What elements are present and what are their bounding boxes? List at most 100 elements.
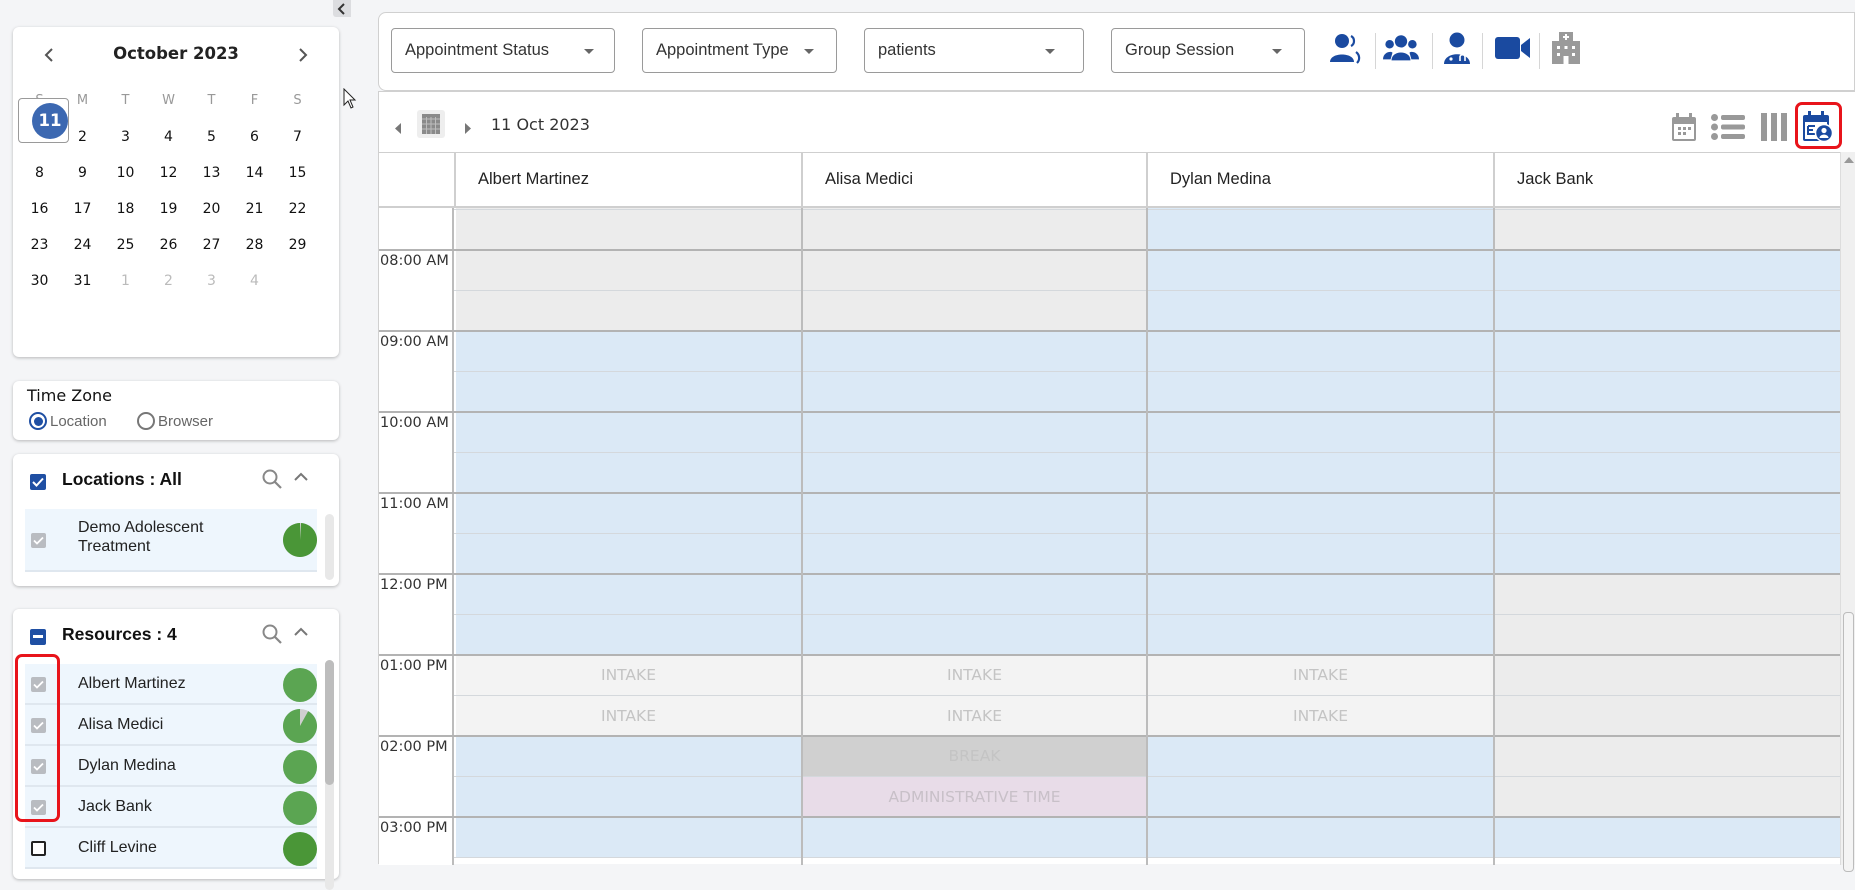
intake-appointment[interactable]: INTAKE (803, 695, 1146, 736)
resources-scrollbar-thumb[interactable] (325, 660, 334, 785)
calendar-day[interactable]: 7 (276, 119, 319, 155)
available-slot[interactable] (456, 776, 801, 817)
available-slot[interactable] (803, 452, 1146, 493)
checkbox-checked[interactable] (31, 800, 46, 815)
available-slot[interactable] (1148, 371, 1493, 412)
available-slot[interactable] (1148, 776, 1493, 817)
time-zone-browser-radio[interactable]: Browser (137, 412, 213, 430)
unavailable-slot[interactable] (803, 250, 1146, 291)
available-slot[interactable] (1148, 574, 1493, 615)
month-view-button[interactable] (1666, 109, 1702, 145)
unavailable-slot[interactable] (1495, 736, 1840, 777)
patients-select[interactable]: patients (864, 28, 1084, 73)
available-slot[interactable] (1495, 817, 1840, 858)
available-slot[interactable] (1148, 209, 1493, 250)
available-slot[interactable] (1148, 736, 1493, 777)
date-picker-button[interactable] (417, 110, 445, 138)
available-slot[interactable] (456, 371, 801, 412)
intake-appointment[interactable]: INTAKE (456, 655, 801, 696)
checkbox-checked[interactable] (31, 718, 46, 733)
intake-appointment[interactable]: INTAKE (803, 655, 1146, 696)
calendar-day[interactable]: 26 (147, 227, 190, 263)
schedule-scrollbar[interactable] (1840, 152, 1855, 872)
unavailable-slot[interactable] (1495, 574, 1840, 615)
available-slot[interactable] (1148, 250, 1493, 291)
available-slot[interactable] (456, 412, 801, 453)
calendar-day[interactable]: 25 (104, 227, 147, 263)
columns-view-button[interactable] (1756, 109, 1792, 145)
available-slot[interactable] (1148, 331, 1493, 372)
calendar-day[interactable]: 20 (190, 191, 233, 227)
unavailable-slot[interactable] (1495, 776, 1840, 817)
unavailable-slot[interactable] (803, 209, 1146, 250)
available-slot[interactable] (1495, 290, 1840, 331)
calendar-day[interactable]: 9 (61, 155, 104, 191)
video-button[interactable] (1491, 30, 1535, 66)
available-slot[interactable] (1148, 452, 1493, 493)
available-slot[interactable] (456, 452, 801, 493)
calendar-day[interactable]: 12 (147, 155, 190, 191)
time-zone-location-radio[interactable]: Location (29, 412, 107, 430)
appointment-status-select[interactable]: Appointment Status (391, 28, 615, 73)
available-slot[interactable] (1495, 452, 1840, 493)
provider-button[interactable] (1439, 30, 1475, 66)
unavailable-slot[interactable] (803, 290, 1146, 331)
checkbox-unchecked[interactable] (31, 841, 46, 856)
intake-appointment[interactable]: INTAKE (1148, 695, 1493, 736)
available-slot[interactable] (803, 331, 1146, 372)
calendar-day[interactable]: 31 (61, 263, 104, 299)
group-session-select[interactable]: Group Session (1111, 28, 1305, 73)
resource-item[interactable]: Jack Bank (25, 787, 317, 828)
calendar-day[interactable]: 30 (18, 263, 61, 299)
calendar-day[interactable]: 1 (104, 263, 147, 299)
checkbox-checked[interactable] (31, 533, 46, 548)
resources-search-button[interactable] (261, 623, 283, 650)
calendar-day[interactable]: 23 (18, 227, 61, 263)
administrative-time-block[interactable]: ADMINISTRATIVE TIME (803, 776, 1146, 817)
resources-collapse-button[interactable] (293, 625, 309, 644)
resource-view-button[interactable] (1800, 109, 1836, 145)
calendar-day[interactable]: 4 (147, 119, 190, 155)
patient-contact-button[interactable] (1328, 30, 1364, 66)
calendar-day[interactable]: 22 (276, 191, 319, 227)
unavailable-slot[interactable] (1495, 614, 1840, 655)
available-slot[interactable] (456, 493, 801, 534)
unavailable-slot[interactable] (1495, 655, 1840, 696)
next-day-button[interactable] (460, 119, 474, 137)
scroll-up-icon[interactable] (1844, 157, 1854, 163)
locations-scrollbar[interactable] (325, 514, 334, 580)
resource-item[interactable]: Alisa Medici (25, 705, 317, 746)
available-slot[interactable] (456, 736, 801, 777)
calendar-day[interactable]: 13 (190, 155, 233, 191)
available-slot[interactable] (803, 574, 1146, 615)
calendar-day[interactable]: 19 (147, 191, 190, 227)
next-month-button[interactable] (289, 41, 317, 69)
available-slot[interactable] (1148, 290, 1493, 331)
locations-search-button[interactable] (261, 468, 283, 495)
locations-collapse-button[interactable] (293, 470, 309, 489)
calendar-day[interactable]: 4 (233, 263, 276, 299)
calendar-day[interactable]: 14 (233, 155, 276, 191)
available-slot[interactable] (803, 614, 1146, 655)
resource-item[interactable]: Albert Martinez (25, 664, 317, 705)
unavailable-slot[interactable] (456, 290, 801, 331)
available-slot[interactable] (803, 493, 1146, 534)
calendar-day[interactable]: 15 (276, 155, 319, 191)
calendar-day[interactable]: 3 (104, 119, 147, 155)
calendar-day-selected[interactable]: 11 (18, 98, 69, 143)
calendar-day[interactable]: 28 (233, 227, 276, 263)
resource-item[interactable]: Cliff Levine (25, 828, 317, 869)
intake-appointment[interactable]: INTAKE (1148, 655, 1493, 696)
calendar-day[interactable]: 29 (276, 227, 319, 263)
resources-scrollbar[interactable] (325, 660, 334, 890)
location-item[interactable]: Demo Adolescent Treatment (25, 509, 317, 572)
available-slot[interactable] (1148, 817, 1493, 858)
calendar-day[interactable]: 18 (104, 191, 147, 227)
checkbox-checked[interactable] (31, 677, 46, 692)
list-view-button[interactable] (1710, 109, 1746, 145)
appointment-type-select[interactable]: Appointment Type (642, 28, 837, 73)
available-slot[interactable] (1495, 371, 1840, 412)
available-slot[interactable] (456, 817, 801, 858)
break-block[interactable]: BREAK (803, 736, 1146, 777)
calendar-day[interactable]: 24 (61, 227, 104, 263)
